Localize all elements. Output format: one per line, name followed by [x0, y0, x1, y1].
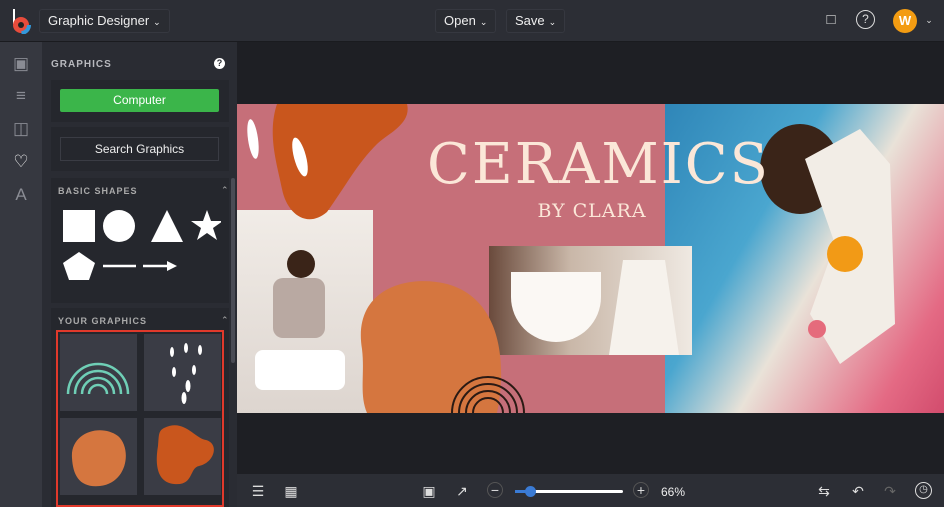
white-dot	[247, 119, 259, 159]
graphic-dark-orange-blob[interactable]	[144, 418, 221, 495]
your-graphics-section: YOUR GRAPHICS ⌃	[51, 308, 229, 507]
swap-icon[interactable]: ⇆	[815, 482, 833, 500]
chevron-down-icon: ⌄	[548, 17, 557, 27]
top-bar: Graphic Designer ⌄ Open ⌄ Save ⌄ □ ? W ⌄	[0, 0, 944, 42]
basic-shapes-section: BASIC SHAPES ⌃	[51, 178, 229, 303]
source-box: Computer	[51, 80, 229, 122]
fit-screen-icon[interactable]: ▣	[420, 482, 438, 500]
app-menu-button[interactable]: Graphic Designer ⌄	[39, 9, 170, 33]
square-shape	[63, 210, 95, 242]
text-icon[interactable]: A	[11, 185, 31, 205]
chevron-down-icon[interactable]: ⌄	[918, 10, 940, 32]
adjust-icon[interactable]: ≡	[11, 86, 31, 106]
bottom-toolbar: ☰ ▦ ▣ ↗ − + 66% ⇆ ↶ ↷ ◷	[237, 474, 944, 507]
graphic-orange-blob[interactable]	[60, 418, 137, 495]
save-button[interactable]: Save ⌄	[506, 9, 566, 33]
graphics-panel: GRAPHICS ? Computer Search Graphics BASI…	[42, 42, 237, 507]
app-menu-label: Graphic Designer	[48, 13, 150, 28]
save-label: Save	[515, 13, 545, 28]
circle-shape	[103, 210, 135, 242]
image-icon[interactable]: ▣	[11, 54, 31, 74]
computer-button[interactable]: Computer	[60, 89, 219, 112]
design-canvas[interactable]: CERAMICS BY CLARA	[237, 104, 944, 413]
zoom-in-button[interactable]: +	[633, 482, 649, 498]
design-subtitle[interactable]: BY CLARA	[482, 200, 702, 222]
painted-vase	[805, 129, 895, 364]
avatar[interactable]: W	[893, 9, 917, 33]
open-button[interactable]: Open ⌄	[435, 9, 497, 33]
triangle-shape	[151, 210, 183, 242]
zoom-out-button[interactable]: −	[487, 482, 503, 498]
help-icon[interactable]: ?	[856, 10, 875, 29]
logo-icon[interactable]	[10, 8, 32, 34]
layout-icon[interactable]: ◫	[11, 119, 31, 139]
undo-icon[interactable]: ↶	[849, 482, 867, 500]
template-icon[interactable]: ▦	[282, 482, 300, 500]
expand-icon[interactable]: ↗	[453, 482, 471, 500]
graphic-dots[interactable]	[144, 334, 221, 411]
heart-icon[interactable]: ♡	[11, 152, 31, 172]
chevron-up-icon[interactable]: ⌃	[221, 315, 229, 326]
zoom-level: 66%	[661, 485, 686, 499]
tool-rail: ▣ ≡ ◫ ♡ A	[0, 42, 42, 507]
chevron-down-icon: ⌄	[479, 17, 488, 27]
zoom-slider[interactable]	[515, 486, 623, 497]
basic-shapes-heading[interactable]: BASIC SHAPES	[58, 186, 138, 196]
basic-shapes-grid[interactable]	[61, 208, 221, 288]
history-icon[interactable]: ◷	[915, 482, 932, 499]
layers-icon[interactable]: ☰	[249, 482, 267, 500]
design-title[interactable]: CERAMICS	[427, 132, 768, 197]
search-graphics-button[interactable]: Search Graphics	[60, 137, 219, 161]
zoom-slider-handle[interactable]	[525, 486, 536, 497]
your-graphics-heading[interactable]: YOUR GRAPHICS	[58, 316, 147, 326]
comment-icon[interactable]: □	[820, 10, 842, 32]
star-shape	[191, 210, 221, 240]
redo-icon[interactable]: ↷	[881, 482, 899, 500]
graphic-rainbow[interactable]	[60, 334, 137, 411]
search-box: Search Graphics	[51, 127, 229, 171]
chevron-up-icon[interactable]: ⌃	[221, 185, 229, 196]
panel-scrollbar[interactable]	[231, 178, 235, 363]
open-label: Open	[444, 13, 476, 28]
dark-orange-blob	[272, 104, 408, 220]
chevron-down-icon: ⌄	[153, 17, 161, 27]
pentagon-shape	[63, 252, 95, 280]
panel-title: GRAPHICS	[51, 59, 112, 70]
help-icon[interactable]: ?	[214, 58, 225, 69]
